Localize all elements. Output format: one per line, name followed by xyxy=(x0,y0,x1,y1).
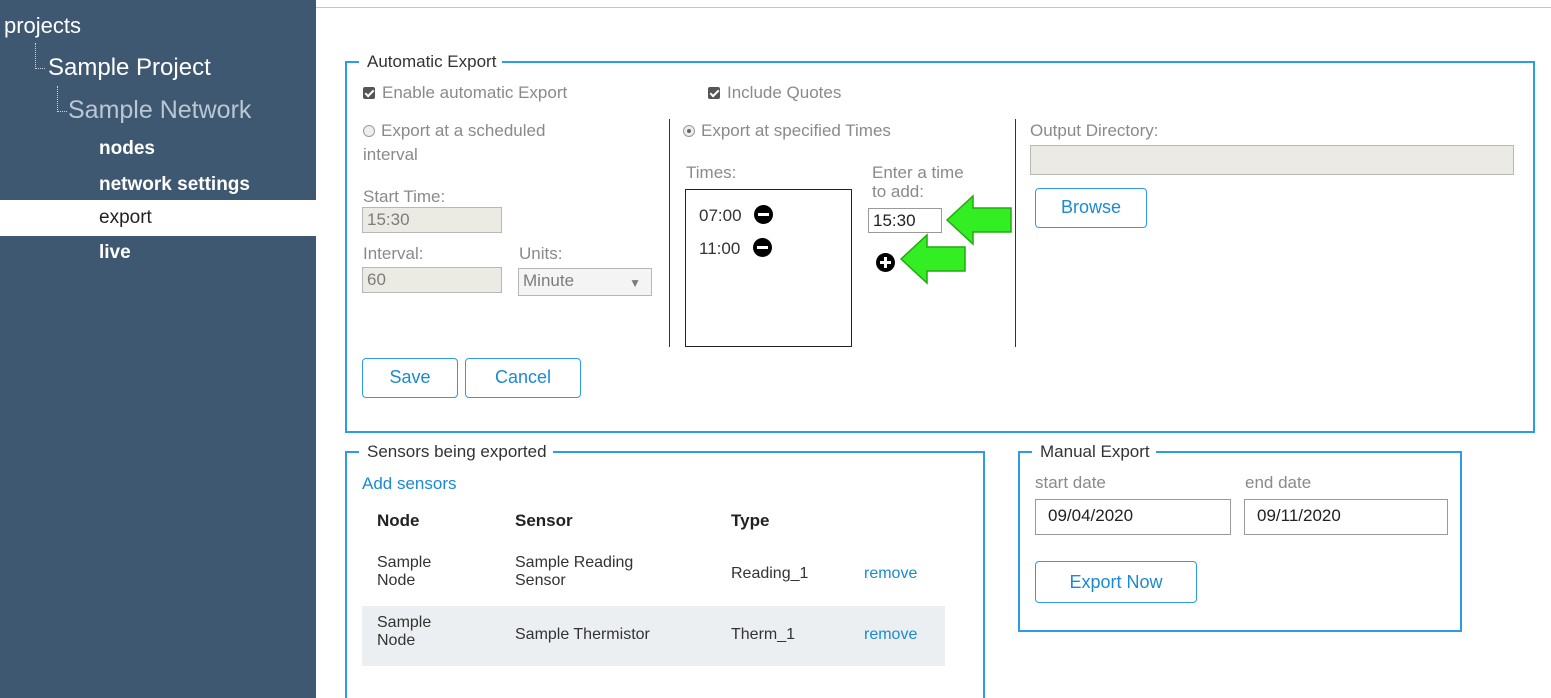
sidebar: projects Sample Project Sample Network n… xyxy=(0,0,316,698)
node-cell: Sample xyxy=(377,614,432,631)
remove-link[interactable]: remove xyxy=(864,626,917,644)
dropdown-caret-icon: ▼ xyxy=(629,276,641,290)
add-time-icon[interactable] xyxy=(876,253,895,272)
arrow-icon xyxy=(899,233,966,285)
sidebar-item-network-settings[interactable]: network settings xyxy=(99,174,250,196)
time-value: 07:00 xyxy=(699,206,742,225)
enable-export-label: Enable automatic Export xyxy=(382,83,568,102)
automatic-export-legend: Automatic Export xyxy=(359,50,503,74)
start-time-label: Start Time: xyxy=(363,187,446,206)
checkbox-checked-icon xyxy=(363,87,375,99)
tree-root-projects[interactable]: projects xyxy=(4,13,81,39)
radio-selected-icon xyxy=(683,125,695,137)
node-cell-cont: Node xyxy=(377,572,416,589)
sensors-panel: Sensors being exported Add sensors Node … xyxy=(345,440,985,698)
table-row: Sample Node Sample Reading Sensor Readin… xyxy=(362,548,945,604)
export-now-button[interactable]: Export Now xyxy=(1035,561,1197,603)
interval-input[interactable]: 60 xyxy=(362,267,502,293)
table-row: Sample Node Sample Thermistor Therm_1 re… xyxy=(362,606,945,666)
browse-button[interactable]: Browse xyxy=(1035,188,1147,228)
time-entry: 11:00 xyxy=(699,238,773,259)
add-time-input[interactable]: 15:30 xyxy=(868,208,942,233)
start-date-label: start date xyxy=(1035,473,1106,492)
time-entry: 07:00 xyxy=(699,205,774,226)
start-date-input[interactable]: 09/04/2020 xyxy=(1035,499,1231,535)
sidebar-item-nodes[interactable]: nodes xyxy=(99,138,155,160)
checkbox-checked-icon xyxy=(708,87,720,99)
remove-time-icon[interactable] xyxy=(754,205,774,224)
add-sensors-link[interactable]: Add sensors xyxy=(362,474,457,494)
type-cell: Reading_1 xyxy=(731,565,809,582)
output-directory-input[interactable] xyxy=(1030,145,1514,175)
units-select[interactable]: Minute ▼ xyxy=(518,268,652,296)
sidebar-item-label: export xyxy=(99,207,152,228)
header-divider xyxy=(316,7,1551,8)
tree-item-project[interactable]: Sample Project xyxy=(48,54,211,82)
remove-link[interactable]: remove xyxy=(864,565,917,583)
include-quotes-label: Include Quotes xyxy=(727,83,842,102)
scheduled-label-cont: interval xyxy=(363,145,418,164)
column-divider xyxy=(1015,119,1016,347)
sensors-legend: Sensors being exported xyxy=(359,440,553,464)
type-cell: Therm_1 xyxy=(731,626,796,643)
tree-connector xyxy=(35,43,45,69)
column-header-node: Node xyxy=(377,511,420,530)
enter-time-label-cont: to add: xyxy=(872,182,924,201)
enter-time-label: Enter a time xyxy=(872,163,964,182)
end-date-input[interactable]: 09/11/2020 xyxy=(1244,499,1448,535)
save-button[interactable]: Save xyxy=(362,358,458,398)
scheduled-label: Export at a scheduled xyxy=(381,121,546,140)
remove-time-icon[interactable] xyxy=(753,238,773,257)
include-quotes-checkbox[interactable]: Include Quotes xyxy=(708,83,841,103)
manual-export-panel: Manual Export start date end date 09/04/… xyxy=(1018,440,1462,632)
times-list: 07:00 11:00 xyxy=(685,189,852,347)
specified-times-radio[interactable]: Export at specified Times xyxy=(683,121,891,141)
manual-export-legend: Manual Export xyxy=(1032,440,1156,464)
sensor-cell: Sample Reading xyxy=(515,554,634,571)
end-date-label: end date xyxy=(1245,473,1312,492)
column-header-sensor: Sensor xyxy=(515,511,573,530)
node-cell-cont: Node xyxy=(377,632,416,649)
sensor-cell-cont: Sensor xyxy=(515,572,566,589)
start-time-input[interactable]: 15:30 xyxy=(362,207,502,233)
tree-item-network[interactable]: Sample Network xyxy=(68,96,251,125)
enable-export-checkbox[interactable]: Enable automatic Export xyxy=(363,83,567,103)
output-directory-label: Output Directory: xyxy=(1030,121,1159,140)
units-value: Minute xyxy=(523,271,575,290)
radio-icon xyxy=(363,125,375,137)
interval-label: Interval: xyxy=(363,244,424,263)
automatic-export-panel: Automatic Export Enable automatic Export… xyxy=(345,50,1535,433)
node-cell: Sample xyxy=(377,554,432,571)
time-value: 11:00 xyxy=(699,239,741,258)
specified-times-label: Export at specified Times xyxy=(701,121,891,140)
sidebar-item-export[interactable]: export xyxy=(0,200,316,236)
times-label: Times: xyxy=(686,163,737,182)
sidebar-item-live[interactable]: live xyxy=(99,242,131,264)
tree-connector xyxy=(57,86,67,112)
column-header-type: Type xyxy=(731,511,770,530)
cancel-button[interactable]: Cancel xyxy=(465,358,581,398)
column-divider xyxy=(669,119,670,347)
scheduled-interval-radio[interactable]: Export at a scheduled xyxy=(363,121,545,141)
sensor-cell: Sample Thermistor xyxy=(515,626,650,643)
units-label: Units: xyxy=(519,244,563,263)
